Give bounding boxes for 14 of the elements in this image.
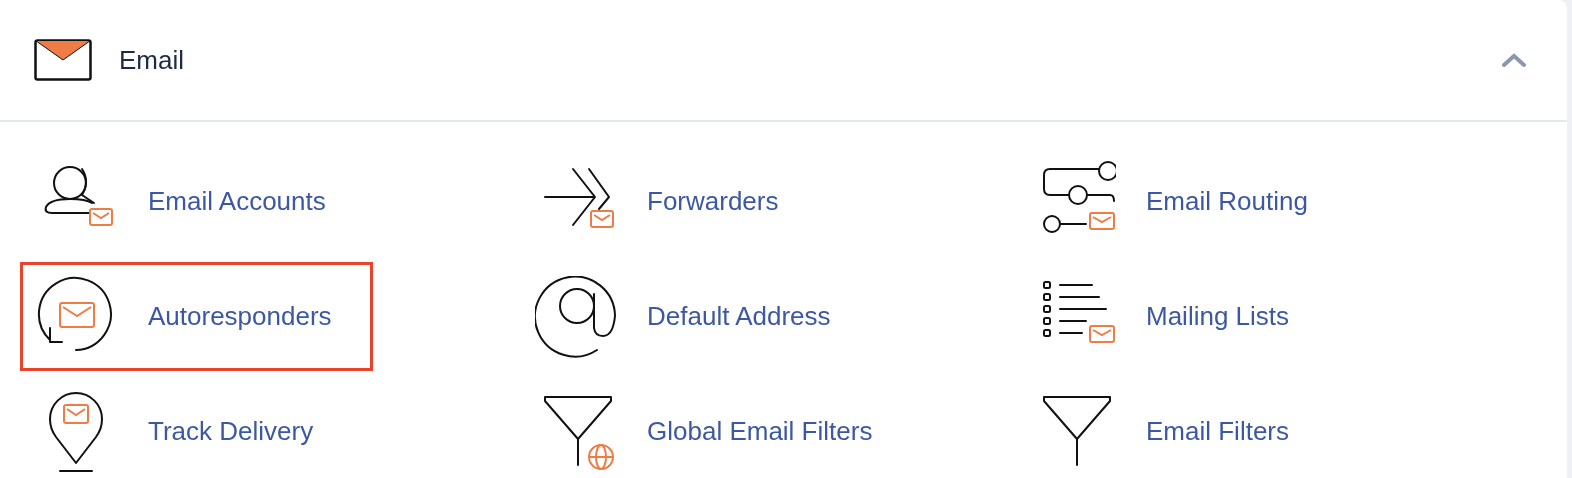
tool-link[interactable]: Track Delivery xyxy=(20,377,373,478)
section-header[interactable]: Email xyxy=(0,0,1567,122)
tool-link[interactable]: Default Address xyxy=(519,262,872,371)
tool-link[interactable]: Email Accounts xyxy=(20,147,373,256)
section-title: Email xyxy=(119,43,184,77)
tool-link[interactable]: Forwarders xyxy=(519,147,872,256)
envelope-icon xyxy=(34,39,92,81)
tool-link[interactable]: Email Routing xyxy=(1018,147,1371,256)
at-sign-icon xyxy=(535,275,617,358)
tool-link[interactable]: Mailing Lists xyxy=(1018,262,1371,371)
tool-link[interactable]: Global Email Filters xyxy=(519,377,872,478)
tool-link[interactable]: Autoresponders xyxy=(20,262,373,371)
chevron-up-icon[interactable] xyxy=(1501,52,1527,68)
tool-link[interactable]: Email Filters xyxy=(1018,377,1371,478)
